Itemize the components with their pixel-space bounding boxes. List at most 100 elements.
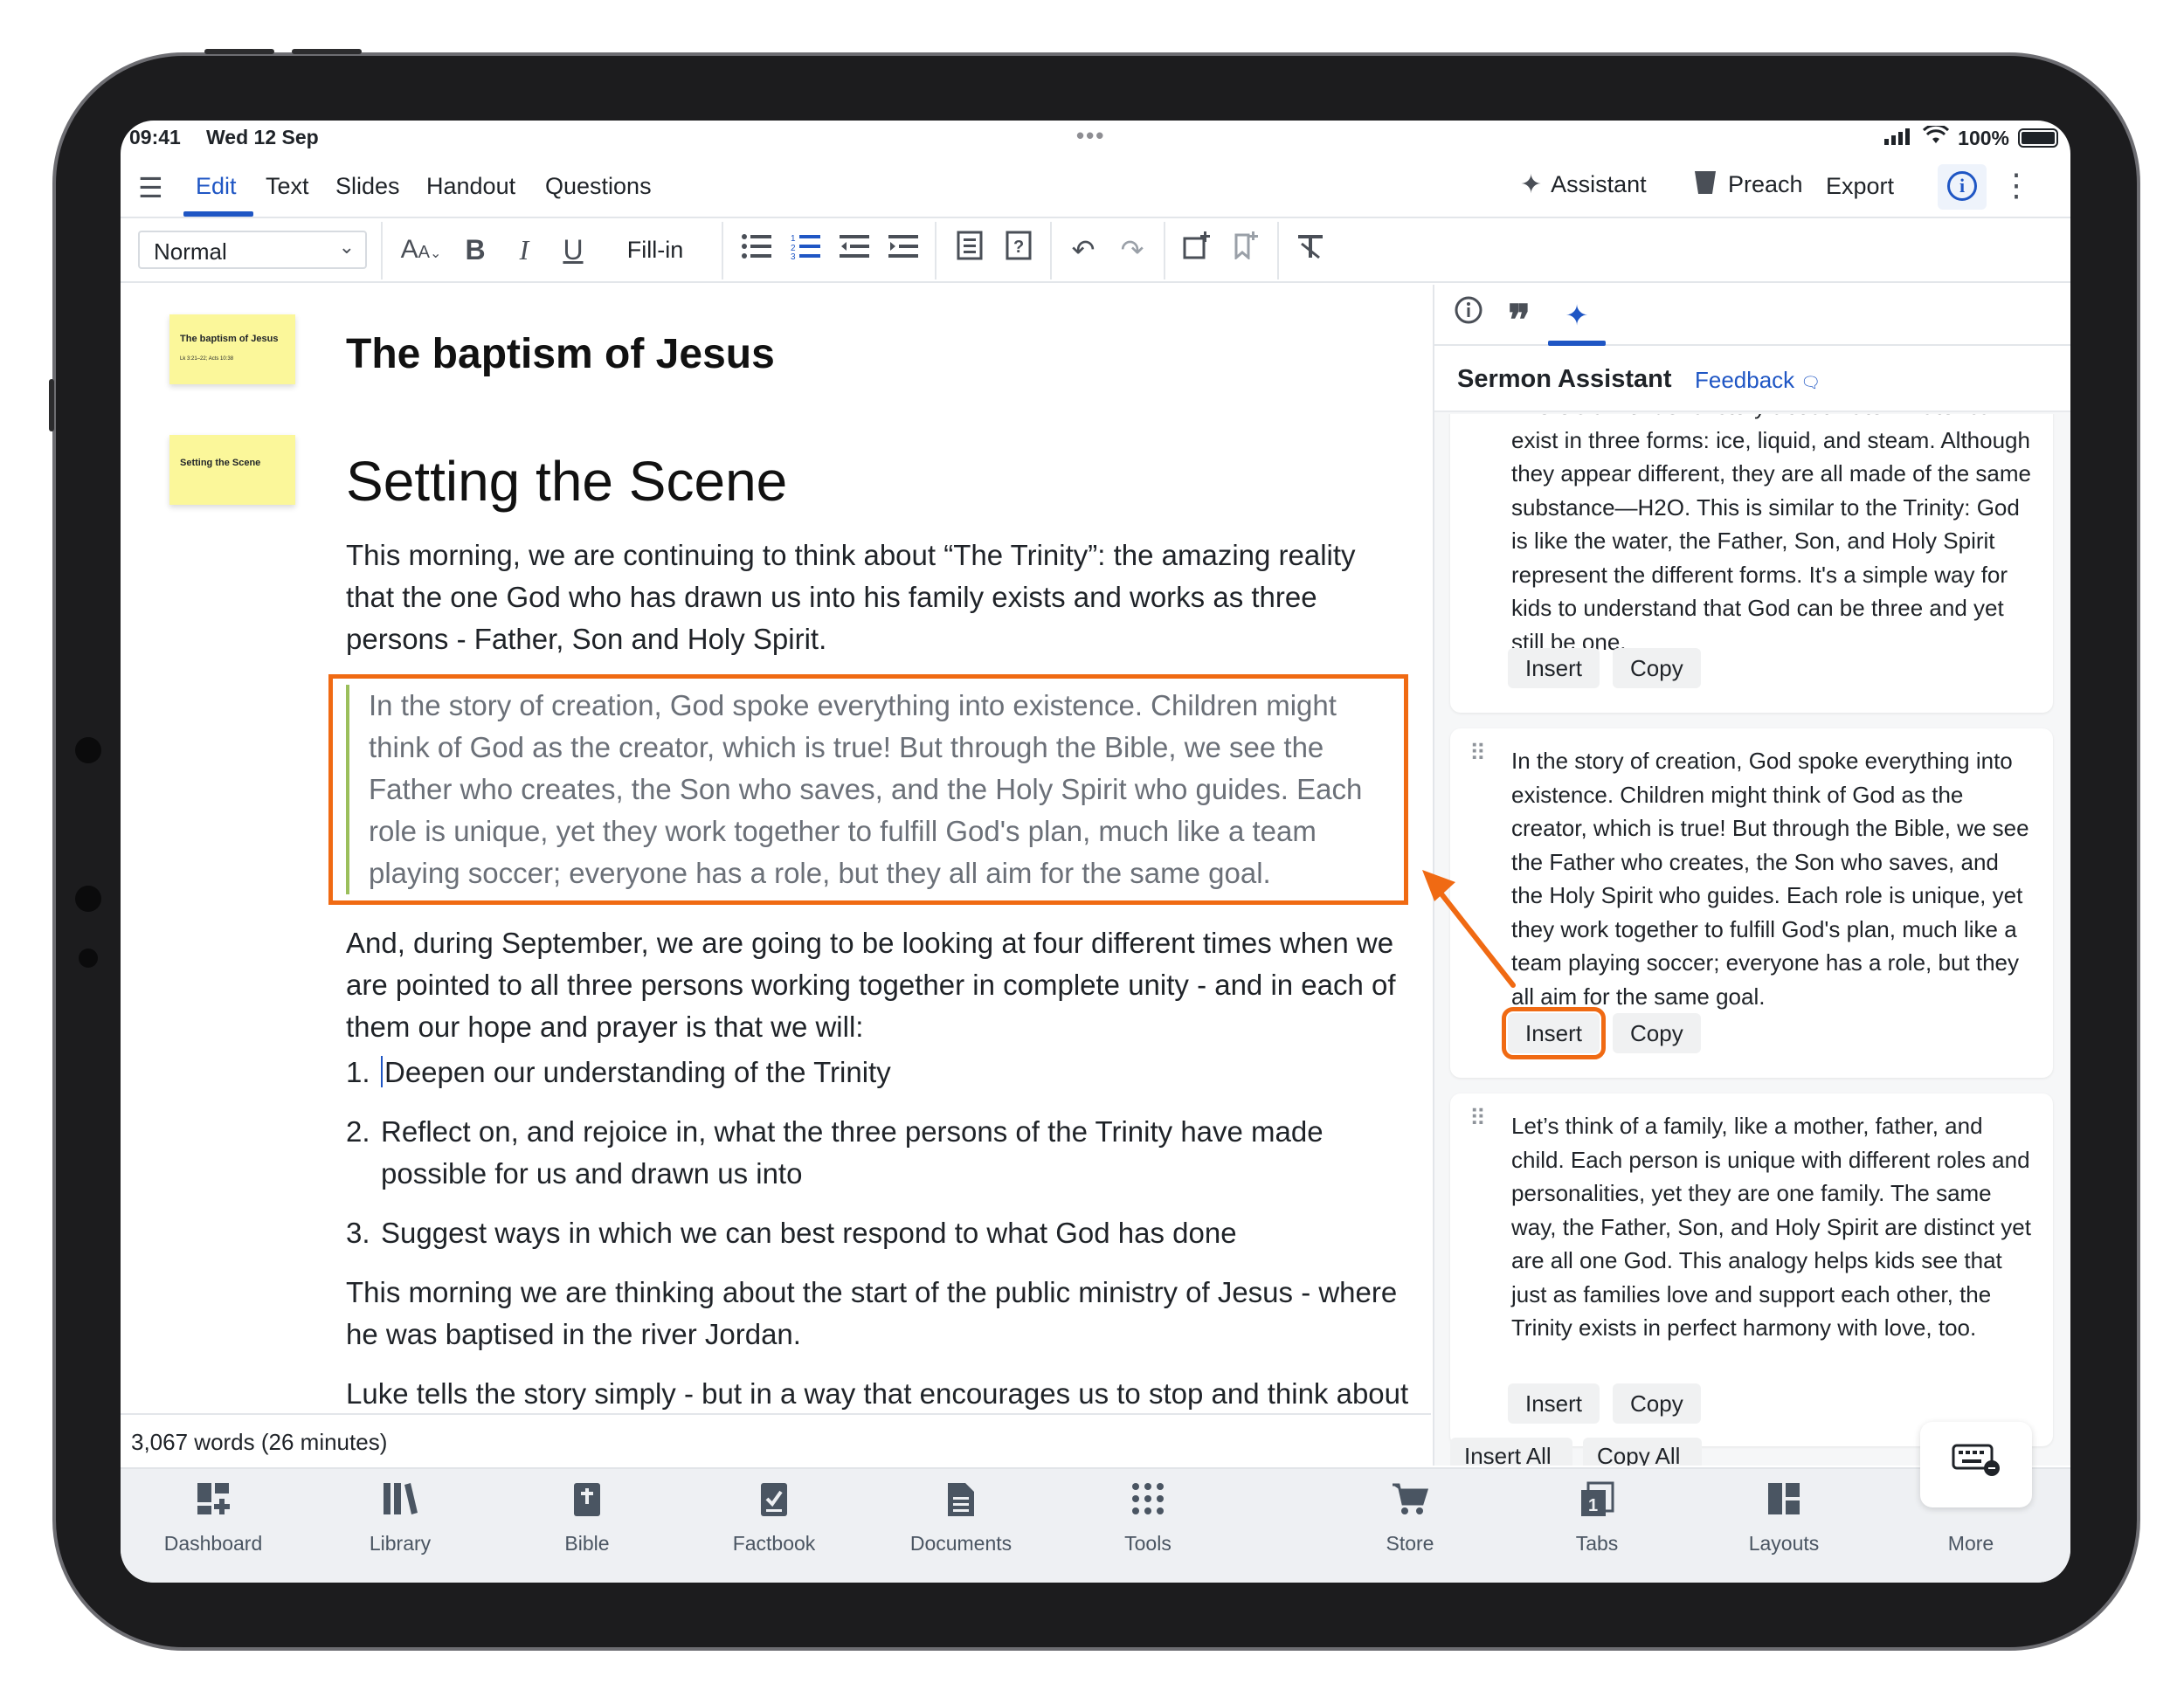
wifi-icon bbox=[1923, 123, 1950, 150]
camera-lens bbox=[79, 949, 98, 968]
multitask-dots-icon[interactable]: ••• bbox=[1076, 122, 1105, 149]
list-text: Reflect on, and rejoice in, what the thr… bbox=[381, 1115, 1324, 1190]
volume-button bbox=[204, 49, 274, 54]
fill-in-button[interactable]: Fill-in bbox=[599, 231, 711, 269]
editor-canvas[interactable]: The baptism of Jesus Lk 3:21–22; Acts 10… bbox=[121, 285, 1431, 1415]
tab-label: Bible bbox=[564, 1532, 610, 1555]
chevron-down-icon: ⌄ bbox=[338, 236, 355, 258]
hamburger-menu-icon[interactable]: ☰ bbox=[138, 171, 166, 204]
panel-info-tab[interactable] bbox=[1448, 295, 1489, 335]
document-title: The baptism of Jesus bbox=[346, 331, 775, 377]
tab-handout[interactable]: Handout bbox=[426, 173, 515, 200]
tools-grid-icon bbox=[1078, 1481, 1218, 1528]
svg-text:3: 3 bbox=[791, 252, 796, 259]
more-options-icon[interactable]: ⋮ bbox=[2001, 166, 2032, 206]
list-number: 3. bbox=[346, 1217, 370, 1249]
bullet-list-icon[interactable] bbox=[737, 231, 776, 269]
section-heading: Setting the Scene bbox=[346, 450, 788, 513]
slide-thumbnail-1[interactable]: The baptism of Jesus Lk 3:21–22; Acts 10… bbox=[169, 314, 295, 384]
word-count-text: 3,067 words (26 minutes) bbox=[131, 1429, 388, 1455]
numbered-list-icon[interactable]: 123 bbox=[786, 231, 825, 269]
paragraph-style-select[interactable]: Normal ⌄ bbox=[138, 231, 367, 269]
tab-documents[interactable]: Documents bbox=[891, 1481, 1031, 1556]
underline-icon[interactable]: U bbox=[554, 231, 592, 269]
question-block-icon[interactable]: ? bbox=[999, 231, 1038, 269]
paragraph-style-value: Normal bbox=[154, 238, 227, 265]
tab-factbook[interactable]: Factbook bbox=[704, 1481, 844, 1556]
italic-icon[interactable]: I bbox=[505, 231, 543, 269]
font-size-icon[interactable]: AA⌄ bbox=[395, 231, 447, 269]
tab-library[interactable]: Library bbox=[330, 1481, 470, 1556]
factbook-icon bbox=[704, 1481, 844, 1528]
active-tab-indicator bbox=[183, 211, 253, 217]
tab-questions[interactable]: Questions bbox=[545, 173, 652, 200]
tab-label: Layouts bbox=[1748, 1532, 1820, 1555]
drag-handle-icon[interactable]: ⠿ bbox=[1469, 742, 1487, 764]
tab-slides[interactable]: Slides bbox=[335, 173, 400, 200]
redo-icon[interactable]: ↷ bbox=[1113, 231, 1151, 269]
assistant-tab-sparkle-icon[interactable]: ✦ bbox=[1557, 295, 1597, 335]
clear-format-icon[interactable] bbox=[1291, 231, 1330, 269]
toolbar-divider bbox=[935, 222, 936, 279]
block-format-icon[interactable] bbox=[950, 231, 989, 269]
panel-title: Sermon Assistant bbox=[1457, 365, 1672, 393]
slide-thumbnail-title: The baptism of Jesus bbox=[180, 334, 279, 344]
suggestion-text: In the story of creation, God spoke ever… bbox=[1511, 748, 2029, 1010]
add-slide-icon[interactable] bbox=[1178, 231, 1216, 269]
drag-handle-icon[interactable]: ⠿ bbox=[1469, 1107, 1487, 1129]
tab-store[interactable]: Store bbox=[1340, 1481, 1480, 1556]
cart-icon bbox=[1340, 1481, 1480, 1528]
slide-thumbnail-title: Setting the Scene bbox=[180, 458, 261, 468]
volume-button bbox=[292, 49, 362, 54]
export-button[interactable]: Export bbox=[1826, 173, 1894, 200]
suggestion-text: Let’s think of a family, like a mother, … bbox=[1511, 1113, 2031, 1341]
tabs-icon: 1 bbox=[1527, 1481, 1667, 1528]
indent-icon[interactable] bbox=[884, 231, 923, 269]
copy-button[interactable]: Copy bbox=[1613, 1383, 1701, 1424]
tab-text[interactable]: Text bbox=[266, 173, 309, 200]
svg-text:1: 1 bbox=[1588, 1496, 1598, 1515]
outdent-icon[interactable] bbox=[835, 231, 874, 269]
bible-icon bbox=[517, 1481, 657, 1528]
info-button[interactable]: i bbox=[1938, 164, 1987, 210]
tab-dashboard[interactable]: Dashboard bbox=[143, 1481, 283, 1556]
preach-button[interactable]: Preach bbox=[1693, 169, 1803, 200]
tab-bible[interactable]: Bible bbox=[517, 1481, 657, 1556]
tab-label: Documents bbox=[909, 1532, 1013, 1555]
bold-icon[interactable]: B bbox=[456, 231, 494, 269]
suggestion-text: There's a wonderful story about water. W… bbox=[1511, 414, 2031, 655]
tab-layouts[interactable]: Layouts bbox=[1714, 1481, 1854, 1556]
undo-icon[interactable]: ↶ bbox=[1064, 231, 1102, 269]
tab-edit[interactable]: Edit bbox=[196, 173, 237, 200]
feedback-link[interactable]: Feedback 🗨 bbox=[1695, 367, 1821, 394]
library-icon bbox=[330, 1481, 470, 1528]
tab-tabs[interactable]: 1 Tabs bbox=[1527, 1481, 1667, 1556]
comment-icon: 🗨 bbox=[1800, 374, 1821, 391]
add-bookmark-icon[interactable] bbox=[1227, 231, 1265, 269]
text-caret bbox=[381, 1056, 383, 1087]
insert-button[interactable]: Insert bbox=[1508, 1383, 1600, 1424]
tab-label: Factbook bbox=[732, 1532, 816, 1555]
keyboard-icon bbox=[1952, 1443, 2001, 1486]
slide-thumbnail-2[interactable]: Setting the Scene bbox=[169, 435, 295, 505]
assistant-button[interactable]: ✦ Assistant bbox=[1520, 169, 1647, 200]
copy-button[interactable]: Copy bbox=[1613, 648, 1701, 688]
panel-header: Sermon Assistant Feedback 🗨 bbox=[1434, 346, 2070, 412]
highlight-box bbox=[328, 674, 1408, 905]
copy-button[interactable]: Copy bbox=[1613, 1013, 1701, 1053]
insert-button[interactable]: Insert bbox=[1501, 1007, 1607, 1059]
copy-all-button[interactable]: Copy All bbox=[1583, 1438, 1702, 1466]
tab-tools[interactable]: Tools bbox=[1078, 1481, 1218, 1556]
panel-tabs: ❞ ✦ bbox=[1434, 285, 2070, 346]
quote-tab-icon[interactable]: ❞ bbox=[1499, 295, 1539, 344]
svg-text:1: 1 bbox=[791, 234, 796, 244]
toolbar-divider bbox=[1277, 222, 1279, 279]
list-number: 1. bbox=[346, 1056, 370, 1088]
keyboard-toggle-button[interactable] bbox=[1920, 1422, 2032, 1507]
bottom-tab-bar: Dashboard Library Bible Factbook Documen… bbox=[121, 1467, 2070, 1583]
toolbar-divider bbox=[381, 222, 383, 279]
insert-all-button[interactable]: Insert All bbox=[1450, 1438, 1572, 1466]
status-time: 09:41 bbox=[129, 126, 181, 148]
insert-button[interactable]: Insert bbox=[1508, 648, 1600, 688]
signal-icon bbox=[1884, 127, 1914, 150]
